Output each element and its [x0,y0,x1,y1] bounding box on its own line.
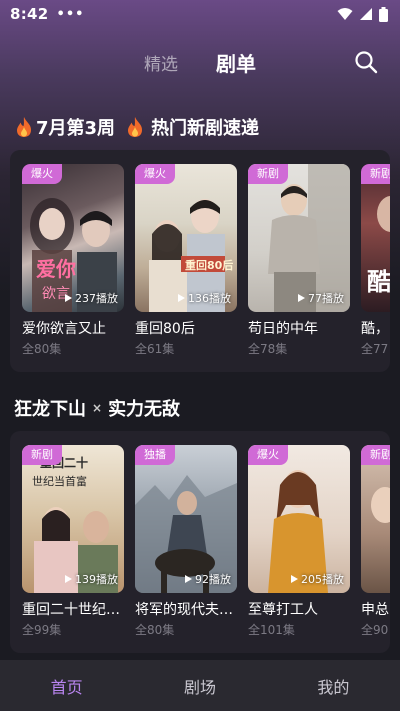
drama-poster[interactable]: 新剧 77播放 [248,164,350,312]
svg-text:重回80后: 重回80后 [185,258,233,272]
drama-card[interactable]: 重回二十 世纪当首富 新剧 139播放 重回二十世纪… 全99集 [22,445,124,638]
search-icon[interactable] [354,50,378,74]
poster-art: 酷 [367,196,390,296]
bottom-nav: 首页 剧场 我的 [0,660,400,711]
svg-text:世纪当首富: 世纪当首富 [32,474,87,488]
drama-poster[interactable]: 重回二十 世纪当首富 新剧 139播放 [22,445,124,593]
play-count-text: 136播放 [188,292,231,305]
episode-count: 全77 [361,342,389,356]
play-count: 92播放 [185,571,231,587]
play-count-text: 77播放 [308,292,344,305]
battery-icon [379,6,388,22]
section-title-text: 7月第3周 [36,118,116,139]
drama-title[interactable]: 苟日的中年 [248,318,350,338]
tag-badge: 新剧 [22,445,62,465]
drama-carousel-weekly[interactable]: 爱你 欲言 爆火 237播放 爱你欲言又止 全80集 重回80后 爆火 136播… [10,150,390,372]
play-icon [298,294,305,302]
section-title-text: 热门新剧速递 [151,118,260,139]
drama-poster[interactable]: 酷 新剧 [361,164,390,312]
drama-poster[interactable]: 新剧 [361,445,390,593]
drama-poster[interactable]: 重回80后 爆火 136播放 [135,164,237,312]
section-title-text: 实力无敌 [108,399,181,420]
nav-home[interactable]: 首页 [0,674,133,698]
episode-count: 全78集 [248,342,288,356]
fire-icon [128,117,143,137]
top-tab-bar: 精选 剧单 [0,44,400,80]
section-title-separator: × [92,401,103,415]
tag-badge: 新剧 [361,164,390,184]
tag-badge: 新剧 [248,164,288,184]
episode-count: 全80集 [135,623,175,637]
nav-profile[interactable]: 我的 [267,674,400,698]
play-count: 139播放 [65,571,118,587]
play-icon [65,575,72,583]
play-count-text: 205播放 [301,573,344,586]
nav-theater[interactable]: 剧场 [133,674,266,698]
drama-title[interactable]: 将军的现代夫… [135,599,237,619]
drama-poster[interactable]: 爱你 欲言 爆火 237播放 [22,164,124,312]
drama-card[interactable]: 爆火 205播放 至尊打工人 全101集 [248,445,350,638]
play-count-text: 139播放 [75,573,118,586]
tab-playlist[interactable]: 剧单 [216,48,256,77]
drama-card[interactable]: 新剧 77播放 苟日的中年 全78集 [248,164,350,357]
drama-title[interactable]: 重回二十世纪… [22,599,124,619]
play-icon [178,294,185,302]
play-count: 77播放 [298,290,344,306]
episode-count: 全61集 [135,342,175,356]
drama-title[interactable]: 酷， [361,318,390,338]
drama-card[interactable]: 酷 新剧 酷， 全77 [361,164,390,357]
tag-badge: 爆火 [135,164,175,184]
play-icon [185,575,192,583]
drama-title[interactable]: 爱你欲言又止 [22,318,124,338]
fire-icon [17,117,31,137]
signal-icon [360,8,372,20]
episode-count: 全101集 [248,623,295,637]
play-count-text: 92播放 [195,573,231,586]
episode-count: 全90 [361,623,389,637]
section-title-dragon: 狂龙下山 × 实力无敌 [14,395,180,421]
episode-count: 全99集 [22,623,62,637]
play-count: 205播放 [291,571,344,587]
drama-poster[interactable]: 爆火 205播放 [248,445,350,593]
play-count-text: 237播放 [75,292,118,305]
notification-dots: ••• [56,6,85,22]
drama-card[interactable]: 重回80后 爆火 136播放 重回80后 全61集 [135,164,237,357]
drama-card[interactable]: 新剧 申总 全90 [361,445,390,638]
drama-title[interactable]: 重回80后 [135,318,237,338]
tab-featured[interactable]: 精选 [144,50,178,75]
status-bar: 8:42 ••• [0,0,400,28]
drama-card[interactable]: 独播 92播放 将军的现代夫… 全80集 [135,445,237,638]
tag-badge: 爆火 [248,445,288,465]
status-time: 8:42 [10,5,49,23]
drama-title[interactable]: 至尊打工人 [248,599,350,619]
wifi-icon [337,8,353,20]
section-title-text: 狂龙下山 [14,399,86,420]
drama-card[interactable]: 爱你 欲言 爆火 237播放 爱你欲言又止 全80集 [22,164,124,357]
play-count: 237播放 [65,290,118,306]
play-icon [291,575,298,583]
play-count: 136播放 [178,290,231,306]
drama-title[interactable]: 申总 [361,599,390,619]
episode-count: 全80集 [22,342,62,356]
drama-poster[interactable]: 独播 92播放 [135,445,237,593]
svg-text:酷: 酷 [367,268,390,296]
poster-art [371,487,390,523]
tag-badge: 新剧 [361,445,390,465]
section-title-weekly: 7月第3周 热门新剧速递 [14,114,259,140]
drama-carousel-dragon[interactable]: 重回二十 世纪当首富 新剧 139播放 重回二十世纪… 全99集 独播 92播放… [10,431,390,653]
tag-badge: 爆火 [22,164,62,184]
play-icon [65,294,72,302]
svg-text:爱你: 爱你 [36,257,76,281]
tag-badge: 独播 [135,445,175,465]
